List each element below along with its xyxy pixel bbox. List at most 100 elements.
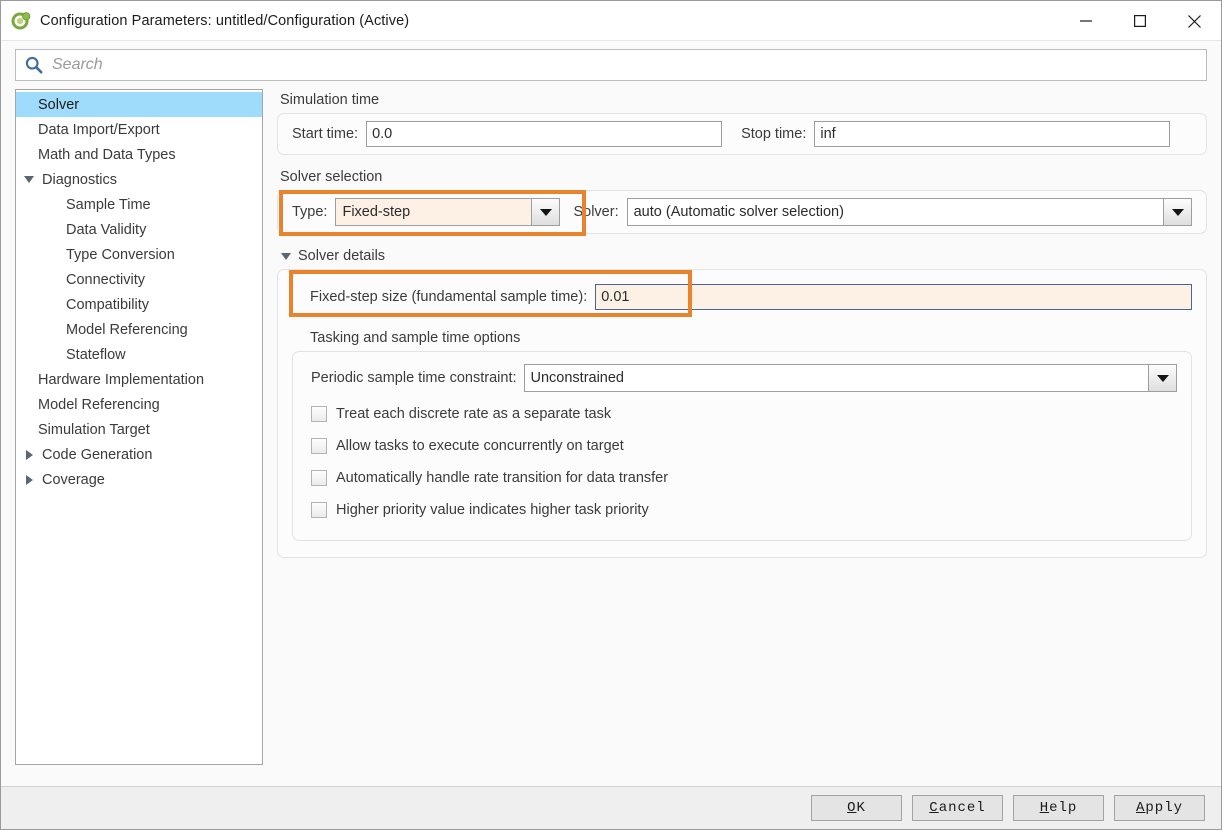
sidebar-item-coverage[interactable]: Coverage: [16, 467, 262, 492]
sidebar-item-label: Sample Time: [66, 196, 151, 213]
checkbox-1[interactable]: [311, 406, 327, 422]
periodic-constraint-combo[interactable]: Unconstrained: [523, 364, 1177, 392]
sidebar-item-label: Simulation Target: [38, 421, 150, 438]
sidebar-item-model-referencing[interactable]: Model Referencing: [16, 317, 262, 342]
sidebar-item-data-import-export[interactable]: Data Import/Export: [16, 117, 262, 142]
sidebar-item-label: Type Conversion: [66, 246, 175, 263]
sidebar-item-sample-time[interactable]: Sample Time: [16, 192, 262, 217]
checkbox-row[interactable]: Allow tasks to execute concurrently on t…: [311, 430, 1177, 462]
cancel-button[interactable]: Cancel: [912, 795, 1003, 821]
search-box[interactable]: [15, 49, 1207, 81]
simulation-time-heading: Simulation time: [280, 92, 380, 108]
apply-mnemonic: A: [1135, 800, 1146, 816]
sidebar-item-solver[interactable]: Solver: [16, 92, 262, 117]
chevron-down-icon[interactable]: [1163, 199, 1191, 225]
checkbox-label: Allow tasks to execute concurrently on t…: [336, 438, 624, 454]
sidebar-item-label: Data Validity: [66, 221, 147, 238]
sidebar-item-hardware-implementation[interactable]: Hardware Implementation: [16, 367, 262, 392]
sidebar-item-stateflow[interactable]: Stateflow: [16, 342, 262, 367]
periodic-constraint-row: Periodic sample time constraint: Unconst…: [307, 364, 1177, 392]
sidebar-item-code-generation[interactable]: Code Generation: [16, 442, 262, 467]
chevron-down-icon[interactable]: [1148, 365, 1176, 391]
periodic-constraint-label: Periodic sample time constraint:: [311, 370, 517, 386]
configuration-parameters-window: Configuration Parameters: untitled/Confi…: [0, 0, 1222, 830]
settings-pane: Simulation time Start time: Stop time: S…: [263, 89, 1207, 786]
checkbox-2[interactable]: [311, 438, 327, 454]
sidebar-item-label: Solver: [38, 96, 80, 113]
fixed-step-size-label: Fixed-step size (fundamental sample time…: [310, 289, 588, 305]
window-controls: [1059, 1, 1221, 41]
solver-details-heading-row[interactable]: Solver details: [281, 248, 1207, 264]
title-bar: Configuration Parameters: untitled/Confi…: [1, 1, 1221, 41]
ok-rest: K: [856, 800, 866, 816]
sidebar-item-data-validity[interactable]: Data Validity: [16, 217, 262, 242]
start-time-input[interactable]: [366, 121, 723, 147]
close-button[interactable]: [1167, 1, 1221, 41]
apply-button[interactable]: Apply: [1114, 795, 1205, 821]
checkbox-3[interactable]: [311, 470, 327, 486]
stop-time-label: Stop time:: [741, 126, 807, 142]
sidebar-item-label: Diagnostics: [42, 171, 117, 188]
fixed-step-row: Fixed-step size (fundamental sample time…: [289, 270, 1192, 317]
sidebar-item-math-and-data-types[interactable]: Math and Data Types: [16, 142, 262, 167]
chevron-down-icon: [281, 252, 291, 260]
search-bar: [1, 41, 1221, 89]
solver-details-heading: Solver details: [298, 248, 386, 264]
apply-rest: pply: [1145, 800, 1183, 816]
sidebar-item-label: Data Import/Export: [38, 121, 160, 138]
settings-tree[interactable]: Solver Data Import/Export Math and Data Ty…: [15, 89, 263, 765]
periodic-constraint-value: Unconstrained: [530, 370, 625, 386]
solver-type-label: Type:: [292, 204, 328, 220]
sidebar-item-label: Model Referencing: [38, 396, 160, 413]
chevron-right-icon[interactable]: [21, 449, 37, 460]
fixed-step-size-input[interactable]: [595, 284, 1192, 310]
solver-selection-group: Type: Fixed-step Solver: auto (Automatic…: [277, 190, 1207, 236]
chevron-right-icon[interactable]: [21, 474, 37, 485]
simulation-time-group: Start time: Stop time:: [277, 113, 1207, 155]
sidebar-item-model-referencing[interactable]: Model Referencing: [16, 392, 262, 417]
dialog-body: Solver Data Import/Export Math and Data Ty…: [1, 89, 1221, 786]
sidebar-item-label: Math and Data Types: [38, 146, 176, 163]
sidebar-item-simulation-target[interactable]: Simulation Target: [16, 417, 262, 442]
checkbox-4[interactable]: [311, 502, 327, 518]
solver-value: auto (Automatic solver selection): [633, 204, 844, 220]
cancel-rest: ancel: [938, 800, 986, 816]
checkbox-row[interactable]: Automatically handle rate transition for…: [311, 462, 1177, 494]
window-title: Configuration Parameters: untitled/Confi…: [40, 12, 410, 29]
start-time-label: Start time:: [292, 126, 359, 142]
search-input[interactable]: [50, 50, 1206, 80]
solver-label: Solver:: [573, 204, 619, 220]
sidebar-item-compatibility[interactable]: Compatibility: [16, 292, 262, 317]
tasking-group: Periodic sample time constraint: Unconst…: [292, 351, 1192, 541]
sidebar-item-label: Model Referencing: [66, 321, 188, 338]
solver-type-combo[interactable]: Fixed-step: [335, 198, 561, 226]
solver-type-value: Fixed-step: [336, 199, 532, 225]
minimize-button[interactable]: [1059, 1, 1113, 41]
sidebar-item-label: Coverage: [42, 471, 105, 488]
maximize-button[interactable]: [1113, 1, 1167, 41]
help-rest: elp: [1049, 800, 1078, 816]
chevron-down-icon[interactable]: [21, 176, 37, 183]
checkbox-row[interactable]: Higher priority value indicates higher t…: [311, 494, 1177, 526]
solver-details-group: Fixed-step size (fundamental sample time…: [277, 269, 1207, 558]
sidebar-item-diagnostics[interactable]: Diagnostics: [16, 167, 262, 192]
sidebar-item-label: Hardware Implementation: [38, 371, 205, 388]
solver-combo[interactable]: auto (Automatic solver selection): [626, 198, 1192, 226]
ok-button[interactable]: OK: [811, 795, 902, 821]
sidebar-item-label: Stateflow: [66, 346, 126, 363]
sidebar-item-connectivity[interactable]: Connectivity: [16, 267, 262, 292]
sidebar-item-type-conversion[interactable]: Type Conversion: [16, 242, 262, 267]
sidebar-item-label: Connectivity: [66, 271, 145, 288]
help-mnemonic: H: [1039, 800, 1050, 816]
help-button[interactable]: Help: [1013, 795, 1104, 821]
checkbox-label: Treat each discrete rate as a separate t…: [336, 406, 612, 422]
stop-time-input[interactable]: [814, 121, 1171, 147]
checkbox-row[interactable]: Treat each discrete rate as a separate t…: [311, 398, 1177, 430]
sidebar-item-label: Code Generation: [42, 446, 153, 463]
solver-selection-heading: Solver selection: [280, 169, 383, 185]
simulink-icon: [11, 11, 31, 31]
cancel-mnemonic: C: [929, 800, 939, 816]
chevron-down-icon[interactable]: [531, 199, 560, 225]
sidebar-item-label: Compatibility: [66, 296, 149, 313]
tasking-heading: Tasking and sample time options: [310, 330, 521, 346]
